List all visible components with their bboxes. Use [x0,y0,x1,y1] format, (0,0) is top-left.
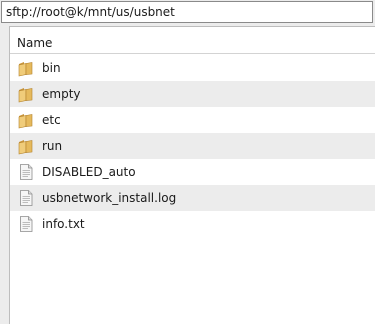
list-item[interactable]: etc [10,107,375,133]
list-item[interactable]: bin [10,55,375,81]
document-icon [20,216,33,232]
file-name: usbnetwork_install.log [42,191,177,205]
folder-icon [18,62,33,77]
column-header-name[interactable]: Name [10,33,375,53]
list-item[interactable]: info.txt [10,211,375,237]
file-name: empty [42,87,81,101]
file-name: DISABLED_auto [42,165,136,179]
file-name: bin [42,61,61,75]
location-input[interactable]: sftp://root@k/mnt/us/usbnet [1,1,373,23]
file-list-rows: bin empty etc run DISABLED_auto usbnetwo… [10,55,375,237]
column-header-bar: Name [10,33,375,54]
list-item[interactable]: usbnetwork_install.log [10,185,375,211]
folder-icon [18,88,33,103]
list-item[interactable]: run [10,133,375,159]
file-name: run [42,139,63,153]
file-name: info.txt [42,217,85,231]
side-pane-edge[interactable] [0,26,10,324]
location-bar: sftp://root@k/mnt/us/usbnet [0,0,375,26]
folder-icon [18,114,33,129]
file-name: etc [42,113,61,127]
file-manager-window: sftp://root@k/mnt/us/usbnet Name bin emp… [0,0,375,324]
document-icon [20,164,33,180]
list-item[interactable]: DISABLED_auto [10,159,375,185]
document-icon [20,190,33,206]
list-item[interactable]: empty [10,81,375,107]
file-list-view: Name bin empty etc run DISABLED_auto usb… [10,26,375,324]
folder-icon [18,140,33,155]
